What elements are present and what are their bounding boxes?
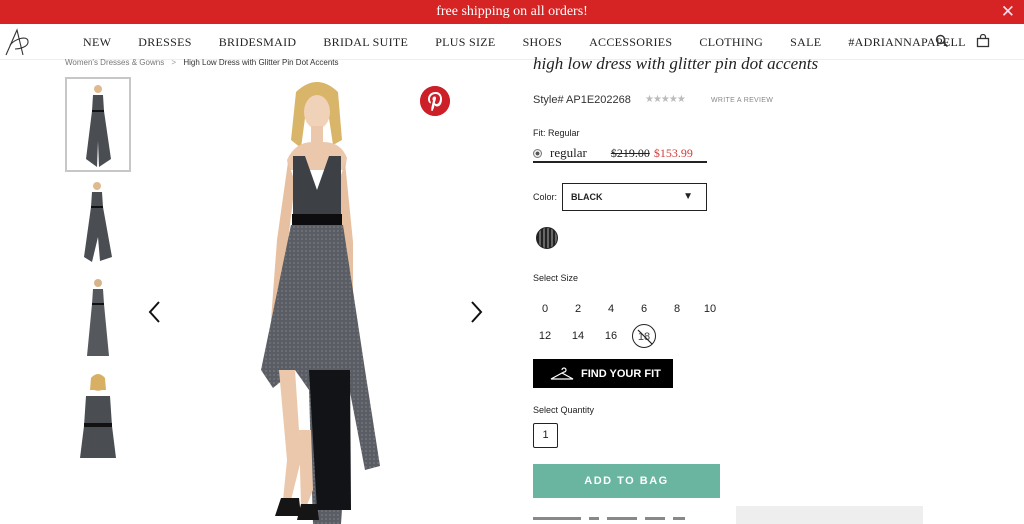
- nav-item-accessories[interactable]: ACCESSORIES: [589, 35, 672, 50]
- sale-price: $153.99: [653, 145, 693, 160]
- size-option-6[interactable]: 6: [632, 297, 656, 321]
- breadcrumb-current: High Low Dress with Glitter Pin Dot Acce…: [183, 58, 339, 67]
- find-your-fit-label: FIND YOUR FIT: [581, 367, 661, 380]
- add-to-bag-button[interactable]: ADD TO BAG: [533, 464, 720, 498]
- color-select[interactable]: BLACK ▼: [562, 183, 707, 211]
- product-title: high low dress with glitter pin dot acce…: [533, 54, 819, 73]
- size-option-0[interactable]: 0: [533, 297, 557, 321]
- nav-item-bridesmaid[interactable]: BRIDESMAID: [219, 35, 297, 50]
- nav-item-clothing[interactable]: CLOTHING: [699, 35, 763, 50]
- hanger-icon: [550, 366, 574, 380]
- close-icon[interactable]: ✕: [1001, 0, 1015, 24]
- dress-thumbnail-image: [84, 181, 112, 262]
- size-label: Select Size: [533, 273, 579, 283]
- main-product-image: [261, 82, 380, 524]
- previous-image-arrow-icon[interactable]: [147, 300, 161, 324]
- nav-links: NEW DRESSES BRIDESMAID BRIDAL SUITE PLUS…: [83, 24, 966, 60]
- next-image-arrow-icon[interactable]: [470, 300, 484, 324]
- thumbnail-4[interactable]: [65, 366, 131, 461]
- promo-banner: free shipping on all orders! ✕: [0, 0, 1024, 24]
- shipping-panel-partial: [736, 506, 923, 524]
- thumbnail-3[interactable]: [65, 270, 131, 365]
- bag-icon[interactable]: [976, 34, 990, 48]
- brand-logo[interactable]: [3, 27, 31, 57]
- original-price: $219.00: [610, 145, 650, 160]
- share-row-partial: [533, 517, 713, 524]
- find-your-fit-button[interactable]: FIND YOUR FIT: [533, 359, 673, 388]
- pinterest-icon[interactable]: [420, 86, 450, 116]
- dress-thumbnail-image: [86, 84, 111, 167]
- size-option-2[interactable]: 2: [566, 297, 590, 321]
- size-option-8[interactable]: 8: [665, 297, 689, 321]
- quantity-field[interactable]: 1: [533, 423, 558, 448]
- nav-item-sale[interactable]: SALE: [790, 35, 821, 50]
- nav-item-new[interactable]: NEW: [83, 35, 111, 50]
- size-option-10[interactable]: 10: [698, 297, 722, 321]
- thumbnail-1[interactable]: [65, 77, 131, 172]
- dress-thumbnail-image: [87, 278, 109, 356]
- nav-item-bridal-suite[interactable]: BRIDAL SUITE: [323, 35, 408, 50]
- quantity-label: Select Quantity: [533, 405, 595, 415]
- nav-item-dresses[interactable]: DRESSES: [138, 35, 191, 50]
- thumbnail-2[interactable]: [65, 173, 131, 268]
- fit-option-name: regular: [550, 145, 587, 160]
- size-option-14[interactable]: 14: [566, 324, 590, 348]
- color-label: Color:: [533, 192, 558, 202]
- size-option-16[interactable]: 16: [599, 324, 623, 348]
- size-option-4[interactable]: 4: [599, 297, 623, 321]
- breadcrumb-parent[interactable]: Women's Dresses & Gowns: [65, 58, 164, 67]
- sold-out-cross-icon: [637, 329, 653, 345]
- dress-thumbnail-image: [80, 373, 116, 458]
- size-option-12[interactable]: 12: [533, 324, 557, 348]
- rating-stars[interactable]: ★★★★★: [645, 94, 686, 105]
- main-nav: NEW DRESSES BRIDESMAID BRIDAL SUITE PLUS…: [0, 24, 1024, 60]
- caret-down-icon: ▼: [683, 191, 693, 202]
- fit-option-regular[interactable]: regular $219.00 $153.99: [533, 145, 707, 163]
- radio-button[interactable]: [533, 148, 542, 158]
- size-option-18-sold-out[interactable]: 18: [632, 324, 656, 348]
- nav-item-plus-size[interactable]: PLUS SIZE: [435, 35, 495, 50]
- fit-label: Fit: Regular: [533, 128, 580, 138]
- breadcrumb-separator: >: [171, 58, 177, 67]
- color-swatch-black[interactable]: [536, 227, 558, 249]
- promo-text: free shipping on all orders!: [436, 4, 588, 19]
- write-review-link[interactable]: WRITE A REVIEW: [711, 97, 773, 104]
- breadcrumb: Women's Dresses & Gowns > High Low Dress…: [65, 58, 339, 67]
- search-icon[interactable]: [935, 34, 949, 48]
- product-style-number: Style# AP1E202268: [533, 94, 631, 106]
- color-selected-value: BLACK: [571, 192, 603, 202]
- nav-item-shoes[interactable]: SHOES: [523, 35, 563, 50]
